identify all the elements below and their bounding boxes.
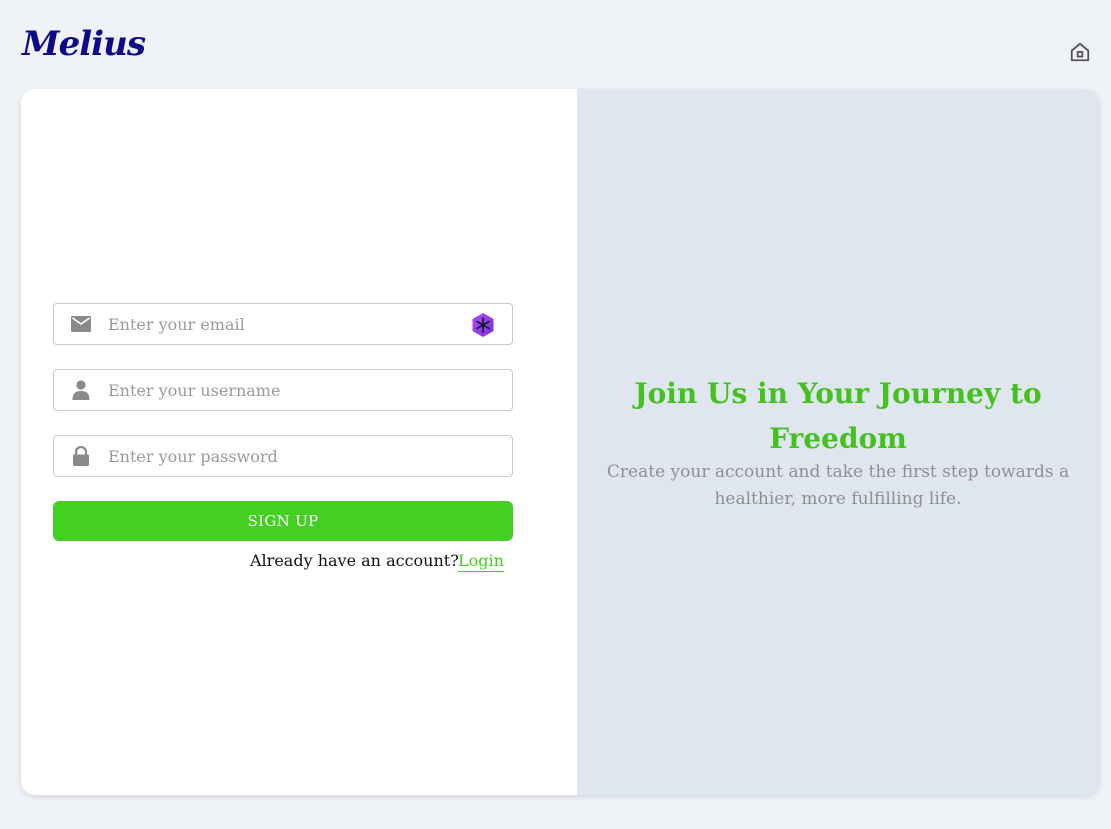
logo: Melius [22, 24, 146, 64]
login-link[interactable]: Login [458, 551, 504, 572]
password-field[interactable] [53, 435, 513, 477]
email-input[interactable] [108, 304, 468, 344]
home-button[interactable] [1067, 39, 1093, 65]
mail-icon [70, 314, 92, 334]
username-input[interactable] [108, 370, 468, 410]
welcome-title: Join Us in Your Journey to Freedom [634, 377, 1042, 455]
username-field[interactable] [53, 369, 513, 411]
account-prompt: Already have an account? [250, 551, 459, 570]
signup-button[interactable]: SIGN UP [53, 501, 513, 541]
welcome-subtitle: Create your account and take the first s… [606, 462, 1070, 509]
lock-icon [70, 446, 92, 466]
home-icon [1070, 42, 1090, 62]
user-icon [70, 380, 92, 400]
password-input[interactable] [108, 436, 468, 476]
email-field[interactable] [53, 303, 513, 345]
signup-form-panel: SIGN UP Already have an account? Login [21, 89, 577, 795]
welcome-panel: Join Us in Your Journey to Freedom Creat… [577, 89, 1099, 795]
signup-card: SIGN UP Already have an account? Login J… [21, 89, 1099, 795]
extension-badge-icon[interactable] [470, 312, 496, 338]
